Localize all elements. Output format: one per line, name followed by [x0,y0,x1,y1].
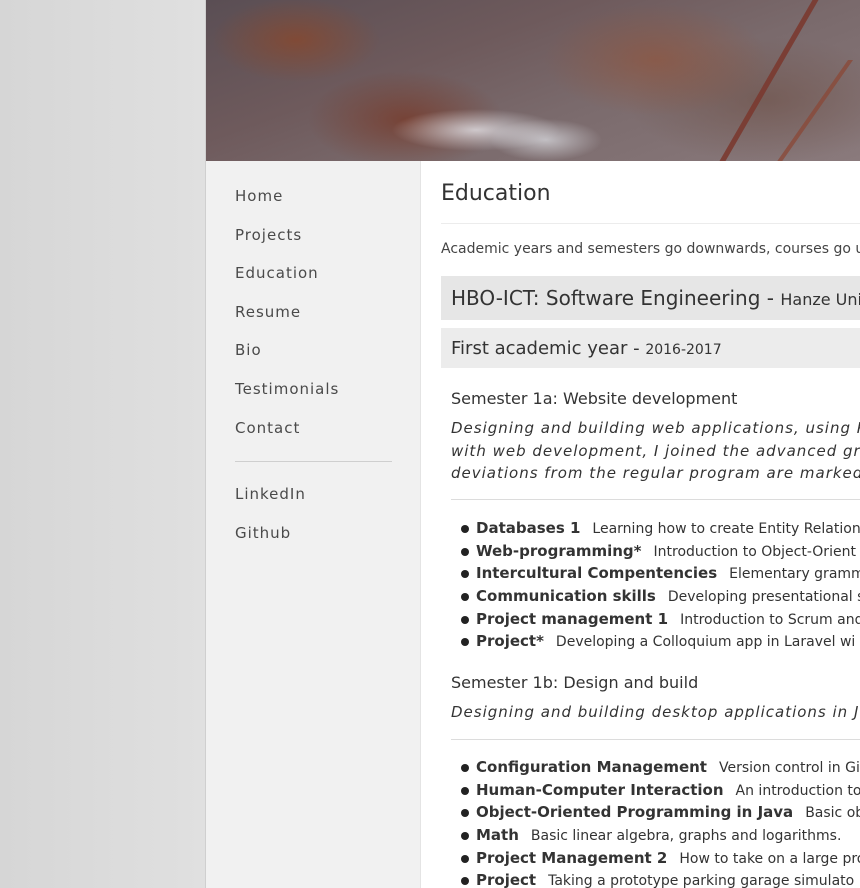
program-header: HBO-ICT: Software Engineering - Hanze Un… [441,276,860,320]
course-description: Version control in Git [718,760,860,776]
course-item: Project Taking a prototype parking garage… [461,869,860,888]
semester-description-line: with web development, I joined the advan… [451,441,860,460]
semester-description: Designing and building desktop applicati… [451,701,860,724]
main-content: Education Academic years and semesters g… [421,161,860,888]
nav-testimonials[interactable]: Testimonials [235,380,339,398]
course-item: Math Basic linear algebra, graphs and log… [461,824,860,847]
course-description: Introduction to Scrum and [680,611,860,628]
course-item: Databases 1 Learning how to create Entity… [461,517,860,540]
semester-title: Semester 1a: Website development [451,389,738,408]
bullet-icon [461,570,469,579]
course-description: Developing presentational s [667,589,860,606]
course-item: Project Management 2 How to take on a lar… [461,847,860,870]
semester-title: Semester 1b: Design and build [451,673,699,692]
left-gutter [0,0,206,888]
course-description: How to take on a large pro [679,850,860,867]
course-item: Web-programming* Introduction to Object-O… [461,540,860,563]
course-list: Configuration Management Version control … [461,756,860,888]
bullet-icon [461,877,469,886]
year-header: First academic year - 2016-2017 [441,328,860,368]
year-title: First academic year - 2016-2017 [451,338,722,359]
course-name: Project Management 2 [476,848,668,867]
semester-divider [451,739,860,740]
course-name: Configuration Management [476,758,707,776]
bullet-icon [461,786,469,795]
course-item: Project* Developing a Colloquium app in L… [461,630,860,653]
semester-description: Designing and building web applications,… [451,417,860,485]
semester-description-line: Designing and building desktop applicati… [451,703,860,721]
nav-projects[interactable]: Projects [235,226,302,244]
program-institution: Hanze Univer [780,290,860,309]
page-title: Education [441,181,551,206]
bullet-icon [461,764,469,772]
course-name: Communication skills [476,587,656,606]
course-item: Configuration Management Version control … [461,756,860,779]
course-list: Databases 1 Learning how to create Entity… [461,517,860,653]
course-name: Project [476,871,537,888]
course-description: Basic obje [805,805,860,822]
bullet-icon [461,809,469,818]
header-photo [206,0,860,161]
course-item: Project management 1 Introduction to Scru… [461,608,860,631]
course-description: Developing a Colloquium app in Laravel w… [555,634,856,651]
course-name: Intercultural Compentencies [476,564,718,583]
bullet-icon [461,547,469,556]
course-item: Intercultural Compentencies Elementary gr… [461,562,860,585]
course-name: Human-Computer Interaction [476,780,724,799]
course-item: Human-Computer Interaction An introductio… [461,779,860,802]
program-title: HBO-ICT: Software Engineering - Hanze Un… [451,286,860,310]
course-item: Object-Oriented Programming in Java Basic… [461,801,860,824]
bullet-icon [461,832,469,841]
nav-linkedin[interactable]: LinkedIn [235,485,306,503]
semester-divider [451,499,860,500]
course-name: Math [476,826,519,845]
nav-github[interactable]: Github [235,524,291,542]
bullet-icon [461,638,469,647]
nav-divider [235,461,392,462]
course-description: Basic linear algebra, graphs and logarit… [530,828,842,845]
title-divider [441,223,860,224]
nav-resume[interactable]: Resume [235,303,301,321]
intro-text: Academic years and semesters go downward… [441,241,860,257]
course-description: An introduction to [735,782,860,799]
course-name: Databases 1 [476,519,581,537]
semester-description-line: deviations from the regular program are … [451,464,860,482]
bullet-icon [461,854,469,863]
course-description: Taking a prototype parking garage simula… [548,873,855,888]
course-description: Learning how to create Entity Relationa [592,521,860,537]
year-range: 2016-2017 [645,342,722,358]
course-name: Project* [476,632,544,651]
nav-bio[interactable]: Bio [235,341,262,359]
photo-stream [326,60,566,160]
bullet-icon [461,615,469,624]
course-item: Communication skills Developing presentat… [461,585,860,608]
course-name: Web-programming* [476,541,642,560]
nav-home[interactable]: Home [235,187,283,205]
bullet-icon [461,593,469,602]
sidebar-nav: Home Projects Education Resume Bio Testi… [206,161,421,888]
bullet-icon [461,525,469,533]
course-name: Project management 1 [476,609,669,628]
nav-contact[interactable]: Contact [235,419,300,437]
semester-description-line: Designing and building web applications,… [451,419,860,437]
course-description: Introduction to Object-Orient [653,543,856,560]
course-name: Object-Oriented Programming in Java [476,803,794,822]
nav-education[interactable]: Education [235,264,319,282]
course-description: Elementary gramma [729,566,860,583]
year-name: First academic year - [451,338,646,359]
program-name: HBO-ICT: Software Engineering - [451,286,781,310]
